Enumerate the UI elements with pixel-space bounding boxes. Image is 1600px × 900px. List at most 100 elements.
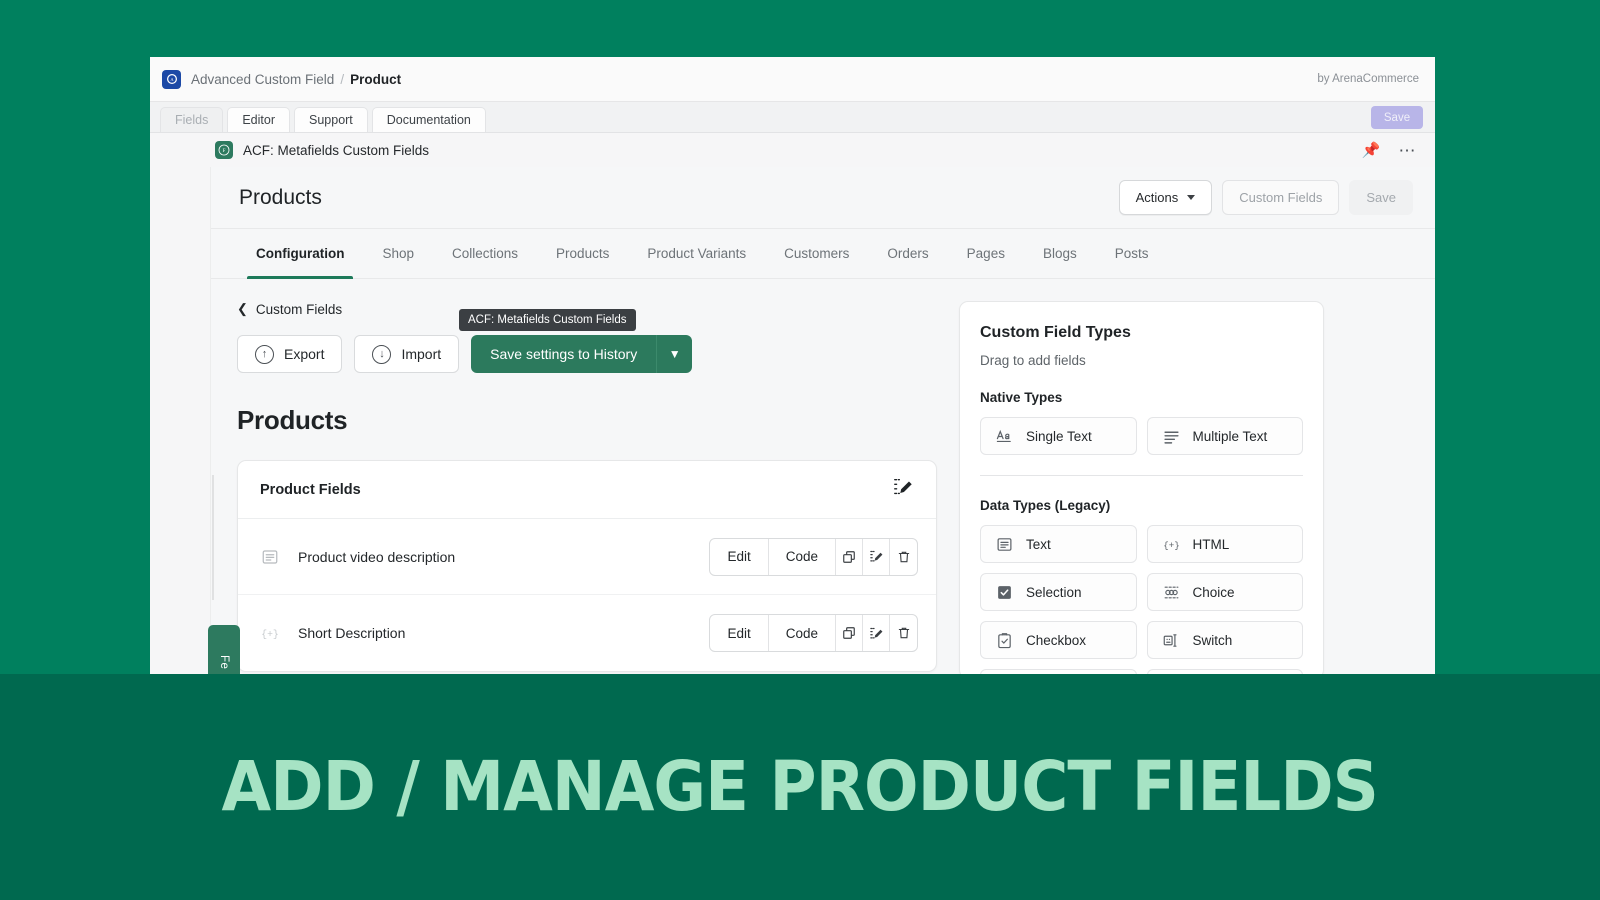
table-row[interactable]: {+} Short Description Edit Code — [238, 595, 936, 671]
nav-tab-customers-label: Customers — [784, 246, 850, 261]
copy-icon[interactable] — [836, 538, 863, 575]
trash-icon[interactable] — [890, 615, 917, 651]
legacy-types-heading: Data Types (Legacy) — [980, 498, 1111, 513]
breadcrumb-separator: / — [340, 71, 345, 87]
nav-tab-configuration[interactable]: Configuration — [237, 229, 363, 279]
type-chip-label: Choice — [1192, 584, 1235, 600]
trash-icon[interactable] — [890, 539, 917, 575]
product-fields-card-title: Product Fields — [260, 481, 361, 498]
chevron-left-icon: ❮ — [237, 301, 248, 316]
edit-dashed-icon[interactable] — [863, 615, 890, 651]
type-chip-label: Checkbox — [1026, 632, 1087, 648]
edit-button[interactable]: Edit — [710, 615, 769, 651]
clipboard-check-icon — [995, 631, 1014, 650]
type-chip-multiple-text[interactable]: Multiple Text — [1146, 417, 1303, 455]
edit-button[interactable]: Edit — [710, 538, 769, 575]
edit-fields-icon[interactable] — [892, 476, 914, 503]
type-chip-single-text[interactable]: Single Text — [980, 417, 1137, 455]
multiple-text-icon — [1162, 427, 1181, 446]
nav-tab-product-variants[interactable]: Product Variants — [628, 229, 765, 279]
tabstrip-save-button[interactable]: Save — [1371, 106, 1423, 129]
tab-support[interactable]: Support — [294, 107, 368, 132]
type-chip-label: Text — [1026, 536, 1051, 552]
save-settings-to-history-button[interactable]: Save settings to History — [471, 335, 657, 373]
tab-documentation[interactable]: Documentation — [371, 107, 486, 132]
table-row[interactable]: Product video description Edit Code — [238, 519, 936, 595]
feedback-tab-label: Fe — [218, 655, 230, 670]
nav-tab-blogs-label: Blogs — [1042, 246, 1077, 261]
single-text-icon — [995, 427, 1014, 446]
promo-banner: ADD / MANAGE PRODUCT FIELDS — [0, 674, 1600, 900]
text-lines-icon — [260, 547, 280, 567]
content-edge-divider — [212, 475, 214, 600]
type-chip-text[interactable]: Text — [980, 525, 1137, 563]
breadcrumb-parent[interactable]: Advanced Custom Field — [191, 72, 334, 87]
feedback-tab[interactable]: Fe — [208, 625, 240, 674]
field-name: Product video description — [298, 548, 456, 565]
type-chip-label: Switch — [1192, 632, 1233, 648]
acf-app-logo-icon: A — [162, 69, 181, 89]
actions-button-label: Actions — [1135, 190, 1179, 205]
pin-icon[interactable]: 📌 — [1362, 143, 1381, 158]
checkbox-filled-icon — [995, 583, 1014, 602]
custom-fields-button[interactable]: Custom Fields — [1222, 180, 1340, 215]
app-window: A Advanced Custom Field / Product by Are… — [150, 57, 1435, 674]
types-panel-title: Custom Field Types — [980, 324, 1131, 341]
type-chip-choice[interactable]: Choice — [1146, 573, 1303, 611]
html-braces-icon: {+} — [260, 623, 280, 643]
html-braces-icon: {+} — [1162, 535, 1181, 554]
tooltip: ACF: Metafields Custom Fields — [459, 309, 636, 331]
row-action-group: Edit Code — [709, 614, 918, 652]
code-button[interactable]: Code — [769, 615, 836, 651]
type-chip-checkbox[interactable]: Checkbox — [980, 621, 1137, 659]
save-settings-split-button: Save settings to History ▼ — [471, 335, 693, 373]
content-toolbar: ↑ Export ↓ Import Save settings to Histo… — [237, 309, 937, 373]
svg-text:{+}: {+} — [1163, 540, 1180, 551]
product-fields-card: Product Fields Product video description… — [237, 460, 937, 672]
type-chip-switch[interactable]: Switch — [1146, 621, 1303, 659]
breadcrumb-current: Product — [350, 71, 402, 87]
nav-tab-configuration-label: Configuration — [256, 246, 345, 261]
code-button[interactable]: Code — [769, 538, 836, 575]
embedded-app-bar: F ACF: Metafields Custom Fields 📌 ⋯ — [150, 133, 1435, 167]
tab-fields[interactable]: Fields — [160, 107, 224, 132]
nav-tab-orders[interactable]: Orders — [868, 229, 947, 279]
chevron-down-icon[interactable]: ▼ — [656, 335, 693, 373]
acf-green-logo-icon: F — [215, 141, 233, 159]
browser-topbar: A Advanced Custom Field / Product by Are… — [150, 57, 1435, 102]
nav-tab-shop[interactable]: Shop — [363, 229, 433, 279]
type-chip-html[interactable]: {+} HTML — [1146, 525, 1303, 563]
ellipsis-icon[interactable]: ⋯ — [1399, 142, 1418, 159]
actions-button[interactable]: Actions — [1118, 180, 1213, 215]
screenshot-stage: A Advanced Custom Field / Product by Are… — [0, 0, 1600, 900]
type-chip-selection[interactable]: Selection — [980, 573, 1137, 611]
copy-icon[interactable] — [836, 615, 863, 651]
nav-tab-pages[interactable]: Pages — [948, 229, 1024, 279]
export-button[interactable]: ↑ Export — [237, 335, 343, 373]
breadcrumb: Advanced Custom Field / Product — [191, 72, 401, 87]
nav-tab-collections[interactable]: Collections — [433, 229, 537, 279]
browser-tabstrip: Fields Editor Support Documentation Save — [150, 102, 1435, 133]
byline: by ArenaCommerce — [1317, 73, 1419, 85]
legacy-types-grid: Text {+} HTML Selection Choice Checkbox … — [980, 525, 1303, 674]
type-chip-label: Multiple Text — [1192, 428, 1268, 444]
nav-tab-orders-label: Orders — [887, 246, 929, 261]
svg-text:F: F — [223, 149, 226, 154]
right-column: Custom Field Types Drag to add fields Na… — [959, 301, 1324, 674]
text-lines-icon — [995, 535, 1014, 554]
nav-tab-customers[interactable]: Customers — [765, 229, 868, 279]
tab-editor[interactable]: Editor — [227, 107, 290, 132]
import-button[interactable]: ↓ Import — [354, 335, 460, 373]
page-body: ❮ Custom Fields ↑ Export ↓ Import Save s… — [211, 279, 1435, 674]
nav-tab-shop-label: Shop — [382, 246, 415, 261]
section-title: Products — [237, 405, 348, 435]
save-button[interactable]: Save — [1349, 180, 1413, 215]
tab-documentation-label: Documentation — [386, 113, 471, 127]
field-name: Short Description — [298, 625, 406, 641]
import-button-label: Import — [401, 346, 442, 362]
nav-tab-blogs[interactable]: Blogs — [1024, 229, 1096, 279]
nav-tab-products[interactable]: Products — [537, 229, 628, 279]
edit-dashed-icon[interactable] — [863, 538, 890, 575]
nav-tab-posts[interactable]: Posts — [1096, 229, 1168, 279]
tab-editor-label: Editor — [242, 113, 275, 127]
